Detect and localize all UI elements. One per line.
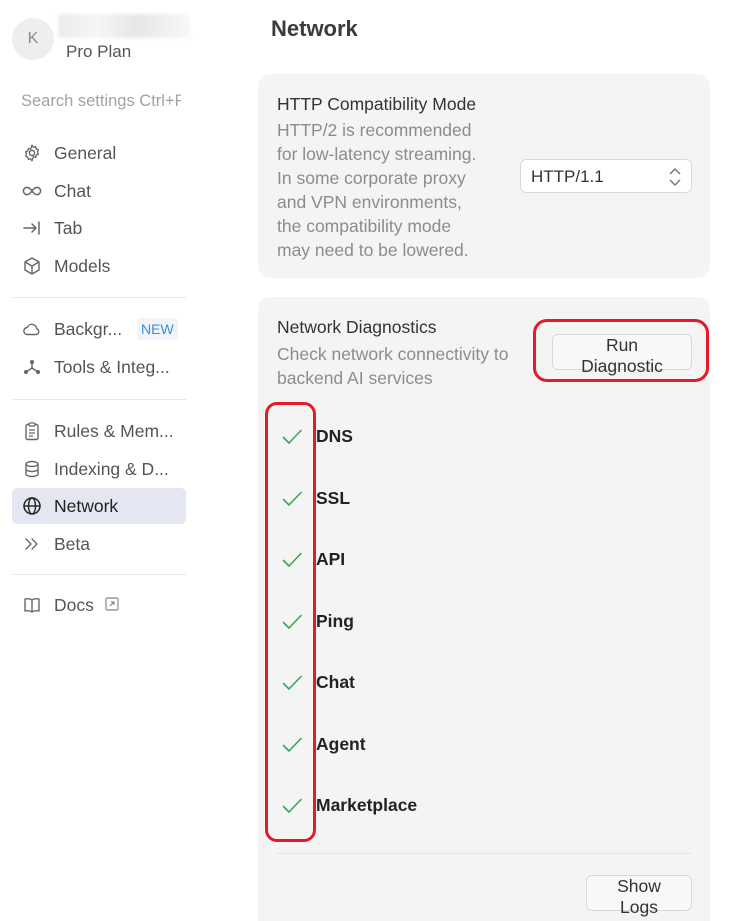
http-mode-title: HTTP Compatibility Mode <box>277 94 477 114</box>
diagnostic-check-row: Marketplace <box>258 792 558 822</box>
description-line: Check network connectivity to <box>277 344 509 364</box>
sidebar-item-label: Network <box>54 496 119 516</box>
sidebar-item-label: Backgr... <box>54 319 123 339</box>
check-label: Ping <box>316 610 354 631</box>
sidebar-item-backgr[interactable]: Backgr... NEW <box>12 311 186 347</box>
divider <box>277 853 692 854</box>
diagnostic-check-row: Ping <box>258 608 558 638</box>
double-chevron-icon <box>22 534 42 554</box>
diagnostic-check-row: Agent <box>258 731 558 761</box>
diagnostic-check-row: API <box>258 546 558 576</box>
check-label: SSL <box>316 487 351 508</box>
checkmark-icon <box>280 487 304 511</box>
avatar[interactable]: K <box>12 18 54 60</box>
description-line: backend AI services <box>277 368 433 388</box>
profile-header[interactable]: K Pro Plan <box>12 14 192 64</box>
blurred-username <box>58 14 190 38</box>
clipboard-icon <box>22 421 42 441</box>
http-compatibility-card: HTTP Compatibility Mode HTTP/2 is recomm… <box>258 74 710 278</box>
show-logs-button[interactable]: Show Logs <box>586 875 692 917</box>
cloud-icon <box>22 319 42 339</box>
check-label: Chat <box>316 672 355 692</box>
sidebar: K Pro Plan Search settings Ctrl+F Genera… <box>0 0 200 921</box>
sidebar-divider <box>12 574 186 575</box>
checkmark-icon <box>280 425 304 449</box>
description-line: for low-latency streaming. <box>277 144 477 164</box>
sidebar-divider <box>12 399 186 400</box>
search-input[interactable]: Search settings Ctrl+F <box>21 92 181 114</box>
sidebar-item-tools-integ[interactable]: Tools & Integ... <box>12 349 186 385</box>
sidebar-item-label: Tools & Integ... <box>54 356 170 377</box>
database-icon <box>22 459 42 479</box>
diagnostics-title: Network Diagnostics <box>277 317 437 337</box>
sidebar-item-tab[interactable]: Tab <box>12 210 186 246</box>
new-badge: NEW <box>137 318 178 340</box>
description-line: may need to be lowered. <box>277 240 469 260</box>
sidebar-item-label: Beta <box>54 533 90 554</box>
diagnostic-check-row: SSL <box>258 485 558 515</box>
diagnostic-check-row: Chat <box>258 669 558 699</box>
checkmark-icon <box>280 733 304 757</box>
gear-icon <box>22 143 42 163</box>
sidebar-item-label: Chat <box>54 180 91 201</box>
sidebar-item-chat[interactable]: Chat <box>12 173 186 209</box>
description-line: In some corporate proxy <box>277 168 466 188</box>
sidebar-item-label: Rules & Mem... <box>54 421 174 441</box>
sidebar-item-label: Docs <box>54 595 94 615</box>
sidebar-item-general[interactable]: General <box>12 135 186 171</box>
diagnostics-description: Check network connectivity to backend AI… <box>277 342 509 390</box>
external-link-icon <box>104 596 120 612</box>
http-version-value: HTTP/1.1 <box>531 167 604 186</box>
description-line: HTTP/2 is recommended <box>277 120 472 140</box>
description-line: and VPN environments, <box>277 192 462 212</box>
sidebar-item-models[interactable]: Models <box>12 248 186 284</box>
sidebar-item-label: General <box>54 143 117 163</box>
check-label: DNS <box>316 426 353 446</box>
cube-icon <box>22 256 42 276</box>
check-label: API <box>316 549 346 569</box>
sidebar-item-rules-mem[interactable]: Rules & Mem... <box>12 413 186 449</box>
select-chevron-icon <box>667 166 683 188</box>
checkmark-icon <box>280 671 304 695</box>
sidebar-item-label: Tab <box>54 218 83 239</box>
checkmark-icon <box>280 610 304 634</box>
run-diagnostic-button[interactable]: Run Diagnostic <box>552 334 692 376</box>
sidebar-item-network[interactable]: Network <box>12 488 186 524</box>
checkmark-icon <box>280 794 304 818</box>
http-mode-description: HTTP/2 is recommended for low-latency st… <box>277 118 476 262</box>
infinity-icon <box>22 181 42 201</box>
check-label: Agent <box>316 733 366 754</box>
book-icon <box>22 595 42 615</box>
sidebar-item-docs[interactable]: Docs <box>12 587 186 623</box>
sidebar-item-label: Models <box>54 256 111 277</box>
sidebar-item-label: Indexing & D... <box>54 458 169 479</box>
sidebar-item-indexing-d[interactable]: Indexing & D... <box>12 451 186 487</box>
description-line: the compatibility mode <box>277 216 452 236</box>
diagnostic-check-row: DNS <box>258 423 558 453</box>
checkmark-icon <box>280 548 304 572</box>
globe-icon <box>22 496 42 516</box>
sidebar-divider <box>12 297 186 298</box>
tab-arrow-icon <box>22 218 42 238</box>
check-label: Marketplace <box>316 795 418 815</box>
nodes-icon <box>22 357 42 377</box>
page-title: Network <box>271 16 358 41</box>
http-version-select[interactable]: HTTP/1.1 <box>520 159 692 193</box>
plan-label: Pro Plan <box>66 42 132 61</box>
sidebar-item-beta[interactable]: Beta <box>12 526 186 562</box>
network-diagnostics-card: Network Diagnostics Check network connec… <box>258 297 710 921</box>
